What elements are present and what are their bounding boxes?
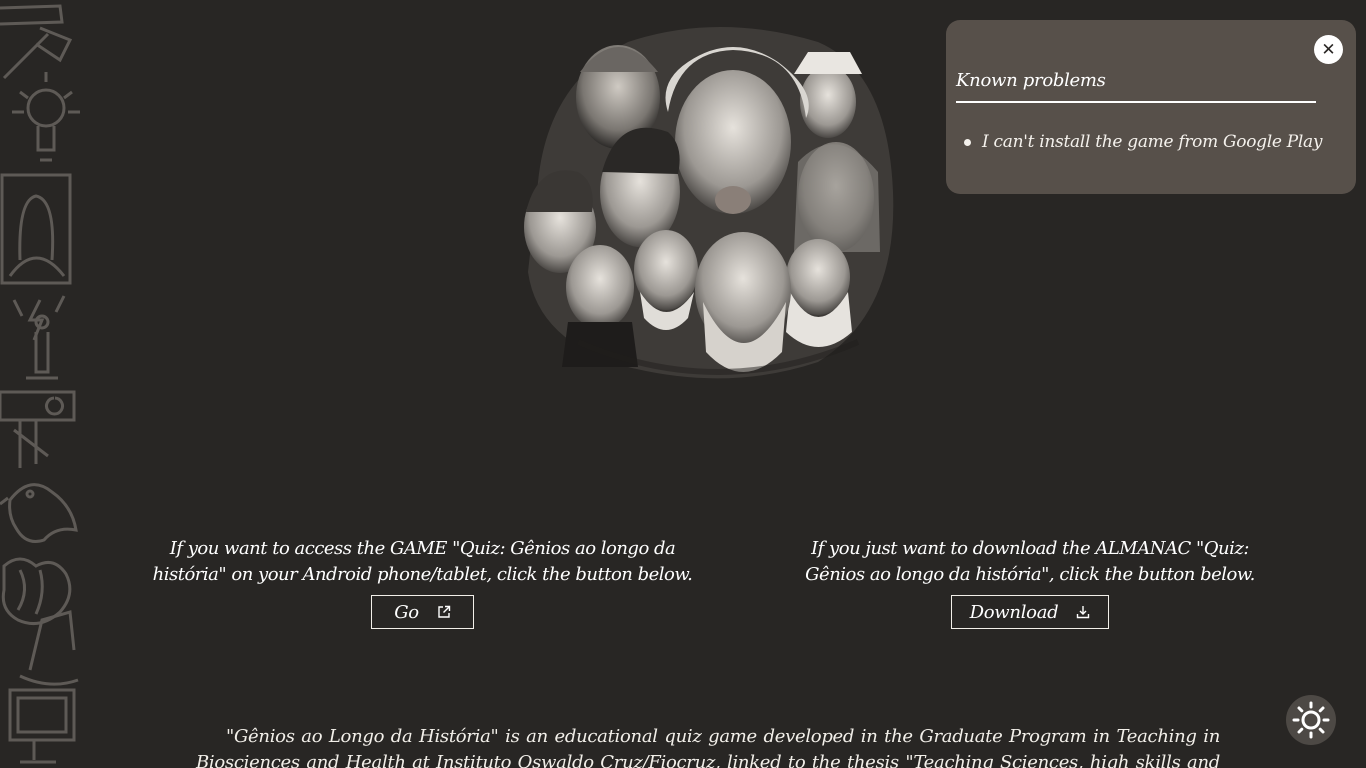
list-item[interactable]: I can't install the game from Google Pla… <box>964 132 1322 152</box>
theme-toggle-button[interactable] <box>1286 695 1336 745</box>
download-button[interactable]: Download <box>951 595 1109 629</box>
go-button-label: Go <box>394 601 419 623</box>
go-button[interactable]: Go <box>371 595 474 629</box>
bullet-icon <box>964 138 971 146</box>
known-problem-link[interactable]: I can't install the game from Google Pla… <box>982 132 1322 152</box>
game-description: "Gênios ao Longo da História" is an educ… <box>196 726 1220 768</box>
known-problems-title: Known problems <box>956 70 1316 103</box>
geniuses-collage-image <box>518 22 903 387</box>
download-icon <box>1077 606 1090 619</box>
external-link-icon <box>438 605 451 618</box>
game-section-text: If you want to access the GAME "Quiz: Gê… <box>152 538 693 585</box>
known-problems-panel: ✕ Known problems I can't install the gam… <box>946 20 1356 194</box>
known-problems-list: I can't install the game from Google Pla… <box>964 132 1322 152</box>
download-button-label: Download <box>969 601 1059 623</box>
close-icon[interactable]: ✕ <box>1314 35 1343 64</box>
side-decoration <box>0 0 80 768</box>
sun-icon <box>1292 701 1330 739</box>
almanac-section-text: If you just want to download the ALMANAC… <box>805 538 1255 585</box>
